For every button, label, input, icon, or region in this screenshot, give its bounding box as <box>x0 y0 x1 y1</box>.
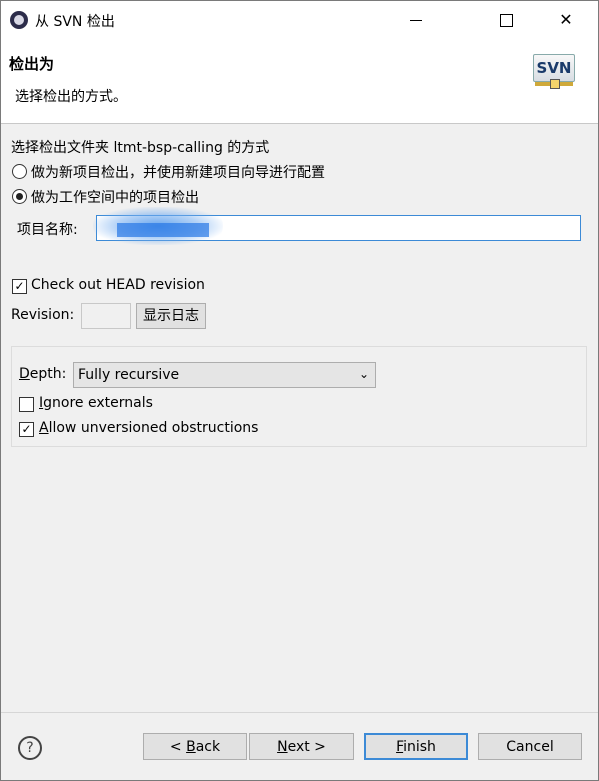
title-bar: 从 SVN 检出 ✕ <box>1 1 598 39</box>
checkout-head-label[interactable]: Check out HEAD revision <box>31 277 205 293</box>
depth-select-value: Fully recursive <box>78 367 180 383</box>
project-name-label: 项目名称: <box>17 222 78 238</box>
close-icon: ✕ <box>559 10 573 29</box>
show-log-button[interactable]: 显示日志 <box>136 303 206 329</box>
depth-label: Depth: <box>19 366 67 382</box>
radio-workspace-project[interactable] <box>12 189 27 204</box>
footer-divider <box>1 712 598 713</box>
eclipse-app-icon <box>10 11 28 29</box>
close-button[interactable]: ✕ <box>543 5 589 35</box>
svn-logo-text: SVN <box>533 54 575 82</box>
next-button[interactable]: Next > <box>249 733 354 760</box>
page-title: 检出为 <box>9 55 55 73</box>
minimize-button[interactable] <box>393 5 439 35</box>
allow-obstructions-label[interactable]: Allow unversioned obstructions <box>39 420 258 436</box>
depth-select[interactable]: Fully recursive ⌄ <box>73 362 376 388</box>
maximize-icon <box>499 14 513 27</box>
maximize-button[interactable] <box>483 5 529 35</box>
revision-input[interactable] <box>81 303 131 329</box>
help-icon[interactable]: ? <box>18 736 42 760</box>
redacted-overlay-core <box>117 223 209 237</box>
checkout-method-prompt: 选择检出文件夹 ltmt-bsp-calling 的方式 <box>11 140 270 156</box>
svn-logo: SVN <box>533 54 575 96</box>
radio-new-project-label[interactable]: 做为新项目检出，并使用新建项目向导进行配置 <box>31 162 325 182</box>
allow-obstructions-checkbox[interactable]: ✓ <box>19 422 34 437</box>
checkout-head-checkbox[interactable]: ✓ <box>12 279 27 294</box>
checkout-dialog: 从 SVN 检出 ✕ 检出为 选择检出的方式。 SVN 选择检出文件夹 ltmt… <box>0 0 599 781</box>
ignore-externals-label[interactable]: Ignore externals <box>39 395 153 411</box>
window-title: 从 SVN 检出 <box>35 14 115 30</box>
page-description: 选择检出的方式。 <box>15 89 127 105</box>
radio-workspace-project-label[interactable]: 做为工作空间中的项目检出 <box>31 187 199 207</box>
ignore-externals-checkbox[interactable] <box>19 397 34 412</box>
radio-new-project[interactable] <box>12 164 27 179</box>
wizard-banner: 检出为 选择检出的方式。 SVN <box>1 39 598 124</box>
cancel-button[interactable]: Cancel <box>478 733 582 760</box>
chevron-down-icon: ⌄ <box>358 367 369 381</box>
revision-label: Revision: <box>11 307 75 323</box>
finish-button[interactable]: Finish <box>364 733 468 760</box>
back-button[interactable]: < Back <box>143 733 247 760</box>
svn-logo-knob <box>550 79 560 89</box>
minimize-icon <box>410 20 422 21</box>
